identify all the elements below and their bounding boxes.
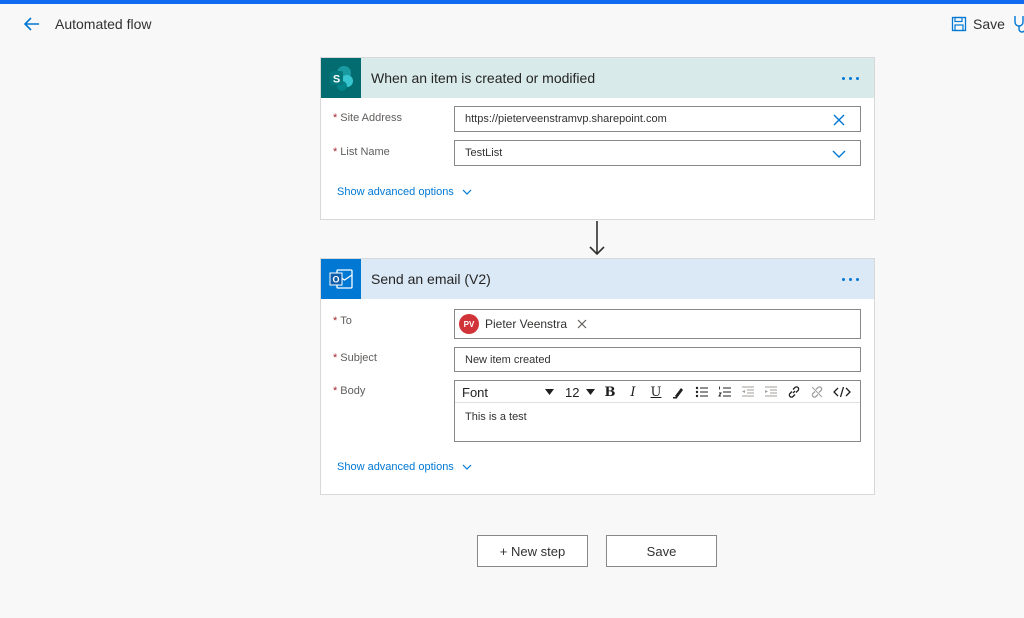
caret-down-icon xyxy=(545,389,554,395)
to-row: * To PV Pieter Veenstra xyxy=(321,309,874,341)
link-icon xyxy=(788,386,800,398)
rte-toolbar: Font 12 B I U xyxy=(455,381,860,403)
highlight-button[interactable] xyxy=(671,384,687,400)
action-card-title: Send an email (V2) xyxy=(371,271,491,287)
page-title: Automated flow xyxy=(55,16,152,32)
list-name-dropdown[interactable]: TestList xyxy=(454,140,861,166)
subject-input[interactable]: New item created xyxy=(454,347,861,372)
font-family-value: Font xyxy=(462,384,489,400)
site-address-value: https://pieterveenstramvp.sharepoint.com xyxy=(465,113,667,125)
dot-icon xyxy=(842,76,845,80)
italic-label: I xyxy=(630,384,636,400)
save-top-button[interactable]: Save xyxy=(951,14,1005,34)
trigger-card: S When an item is created or modified * S… xyxy=(320,57,875,220)
chevron-down-icon xyxy=(462,464,472,470)
svg-text:O: O xyxy=(332,275,339,285)
recipient-name: Pieter Veenstra xyxy=(485,317,568,331)
code-view-button[interactable] xyxy=(832,384,852,400)
underline-button[interactable]: U xyxy=(648,384,664,400)
chevron-down-icon xyxy=(462,189,472,195)
dot-icon xyxy=(849,277,852,281)
site-address-row: * Site Address https://pieterveenstramvp.… xyxy=(321,106,874,140)
body-row: * Body Font 12 B I U This is a test xyxy=(321,380,874,444)
marker-icon xyxy=(673,388,683,399)
list-name-row: * List Name TestList xyxy=(321,140,874,174)
bold-label: B xyxy=(604,384,616,400)
action-card: O Send an email (V2) * To PV Pieter Veens… xyxy=(320,258,875,495)
bullet-list-button[interactable] xyxy=(694,384,710,400)
unlink-icon xyxy=(811,386,823,398)
chevron-down-icon[interactable] xyxy=(832,147,846,161)
sharepoint-icon: S xyxy=(321,58,361,98)
trigger-card-title: When an item is created or modified xyxy=(371,70,596,86)
dot-icon xyxy=(849,76,852,80)
action-more-button[interactable] xyxy=(842,271,864,287)
to-label: * To xyxy=(333,315,352,327)
subject-value: New item created xyxy=(465,353,551,366)
numbered-list-button[interactable] xyxy=(717,384,733,400)
decrease-indent-button[interactable] xyxy=(740,384,756,400)
remove-link-button[interactable] xyxy=(809,384,825,400)
arrow-left-icon xyxy=(23,17,39,31)
code-icon xyxy=(833,386,851,398)
subject-row: * Subject New item created xyxy=(321,347,874,375)
arrow-down-icon xyxy=(589,221,605,256)
svg-text:S: S xyxy=(333,74,340,86)
numbered-list-icon xyxy=(718,386,731,397)
dot-icon xyxy=(856,76,859,80)
outlook-icon: O xyxy=(321,259,361,299)
trigger-show-advanced[interactable]: Show advanced options xyxy=(337,186,472,198)
site-address-input[interactable]: https://pieterveenstramvp.sharepoint.com xyxy=(454,106,861,132)
list-name-value: TestList xyxy=(465,147,503,159)
save-top-label: Save xyxy=(973,16,1005,32)
subject-label: * Subject xyxy=(333,352,377,364)
increase-indent-button[interactable] xyxy=(763,384,779,400)
new-step-button[interactable]: + New step xyxy=(477,535,588,567)
dot-icon xyxy=(856,277,859,281)
action-show-advanced-label: Show advanced options xyxy=(337,461,454,473)
body-editor[interactable]: Font 12 B I U This is a test xyxy=(454,380,861,442)
recipient-token[interactable]: PV Pieter Veenstra xyxy=(459,313,587,335)
font-size-dropdown[interactable]: 12 xyxy=(565,384,595,400)
avatar: PV xyxy=(459,314,479,334)
body-text: This is a test xyxy=(465,411,527,423)
body-label: * Body xyxy=(333,385,366,397)
trigger-card-header[interactable]: S When an item is created or modified xyxy=(321,58,874,98)
to-input[interactable]: PV Pieter Veenstra xyxy=(454,309,861,339)
caret-down-icon xyxy=(586,389,595,395)
bullet-list-icon xyxy=(695,386,708,398)
back-button[interactable] xyxy=(22,14,42,34)
insert-link-button[interactable] xyxy=(786,384,802,400)
clear-icon[interactable] xyxy=(832,113,846,127)
underline-label: U xyxy=(650,384,662,400)
font-family-dropdown[interactable]: Font xyxy=(462,384,554,400)
font-size-value: 12 xyxy=(565,384,580,400)
trigger-more-button[interactable] xyxy=(842,70,864,86)
trigger-show-advanced-label: Show advanced options xyxy=(337,186,454,198)
save-button[interactable]: Save xyxy=(606,535,717,567)
floppy-disk-icon xyxy=(951,16,967,32)
italic-button[interactable]: I xyxy=(625,384,641,400)
stethoscope-icon xyxy=(1014,16,1024,33)
decrease-indent-icon xyxy=(742,386,754,397)
flow-checker-button[interactable] xyxy=(1012,14,1024,34)
list-name-label: * List Name xyxy=(333,146,390,158)
site-address-label: * Site Address xyxy=(333,112,403,124)
bold-button[interactable]: B xyxy=(602,384,618,400)
header: Automated flow Save xyxy=(0,4,1024,44)
action-show-advanced[interactable]: Show advanced options xyxy=(337,461,472,473)
remove-recipient-icon[interactable] xyxy=(577,319,587,329)
increase-indent-icon xyxy=(765,386,777,397)
action-card-header[interactable]: O Send an email (V2) xyxy=(321,259,874,299)
dot-icon xyxy=(842,277,845,281)
